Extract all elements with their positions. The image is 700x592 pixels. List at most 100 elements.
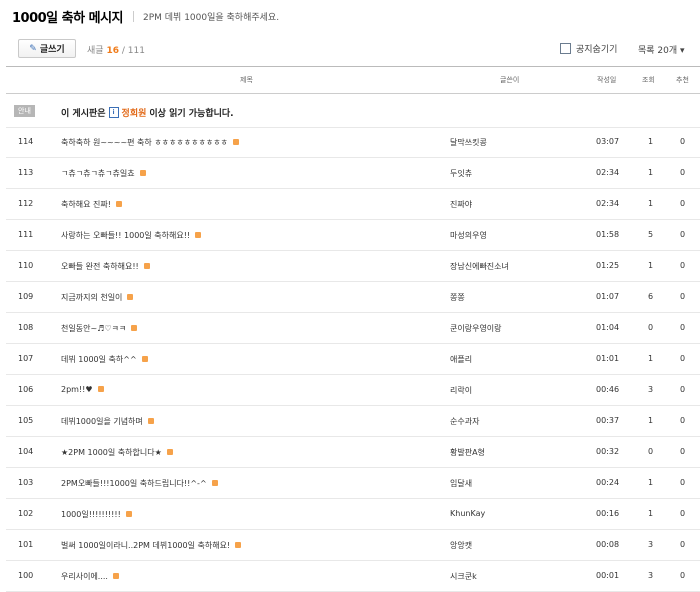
new-post-icon: [97, 385, 104, 392]
post-date: 00:24: [596, 478, 620, 487]
post-row[interactable]: 110 오빠들 완전 축하해요!! 장남신에빠진소녀 01:25 1 0: [6, 251, 700, 282]
post-title[interactable]: 벌써 1000일이라니..2PM 데뷔1000일 축하해요!: [61, 540, 242, 551]
notice-tag: 안내: [14, 105, 35, 117]
post-title-text[interactable]: 벌써 1000일이라니..2PM 데뷔1000일 축하해요!: [61, 541, 230, 550]
post-row[interactable]: 101 벌써 1000일이라니..2PM 데뷔1000일 축하해요! 앙앙캣 00:0…: [6, 530, 700, 561]
post-title[interactable]: 1000일!!!!!!!!!!: [61, 509, 132, 520]
post-title[interactable]: ㄱ츄ㄱ츄ㄱ츄ㄱ츄일쵸: [61, 168, 146, 179]
new-post-icon: [232, 138, 239, 145]
column-likes[interactable]: 추천: [676, 75, 689, 85]
post-title-text[interactable]: ㄱ츄ㄱ츄ㄱ츄ㄱ츄일쵸: [61, 169, 135, 178]
post-title-text[interactable]: 지금까지의 천일이: [61, 293, 122, 302]
post-title[interactable]: 데뷔1000일을 기념하며: [61, 416, 154, 427]
new-posts-count[interactable]: 16: [106, 46, 119, 56]
post-date: 00:46: [596, 385, 620, 394]
post-title[interactable]: 지금까지의 천일이: [61, 292, 134, 303]
post-views: 0: [648, 323, 654, 332]
post-title[interactable]: 우리사이에....: [61, 571, 119, 582]
post-title[interactable]: 사랑하는 오빠들!! 1000일 축하해요!!: [61, 230, 202, 241]
post-likes: 0: [680, 385, 686, 394]
post-author[interactable]: 진짜야: [450, 199, 472, 210]
post-title-text[interactable]: 2PM오빠들!!!1000일 축하드립니다!!^-^: [61, 479, 207, 488]
post-title[interactable]: 축하축하 원~~~~편 축하 ㅎㅎㅎㅎㅎㅎㅎㅎㅎㅎ: [61, 137, 239, 148]
post-row[interactable]: 104 ★2PM 1000일 축하합니다★ 황발판A형 00:32 0 0: [6, 437, 700, 468]
post-row[interactable]: 112 축하해요 진짜! 진짜야 02:34 1 0: [6, 189, 700, 220]
post-row[interactable]: 106 2pm!!♥ 리락이 00:46 3 0: [6, 375, 700, 406]
post-title[interactable]: 2pm!!♥: [61, 385, 104, 394]
post-row[interactable]: 109 지금까지의 천일이 쫑쫑 01:07 6 0: [6, 282, 700, 313]
post-title-text[interactable]: 1000일!!!!!!!!!!: [61, 510, 121, 519]
post-list: 114 축하축하 원~~~~편 축하 ㅎㅎㅎㅎㅎㅎㅎㅎㅎㅎ 달막쓰킷콩 03:07 1 0…: [6, 127, 700, 592]
new-posts-label: 새글: [87, 46, 104, 56]
post-row[interactable]: 100 우리사이에.... 시크쿤k 00:01 3 0: [6, 561, 700, 592]
post-author[interactable]: 달막쓰킷콩: [450, 137, 487, 148]
post-author[interactable]: 쫑쫑: [450, 292, 465, 303]
post-title-text[interactable]: 축하축하 원~~~~편 축하 ㅎㅎㅎㅎㅎㅎㅎㅎㅎㅎ: [61, 138, 228, 147]
post-date: 01:01: [596, 354, 620, 363]
post-number: 103: [18, 478, 34, 487]
post-author[interactable]: 시크쿤k: [450, 571, 477, 582]
post-row[interactable]: 107 데뷔 1000일 축하^^ 애플리 01:01 1 0: [6, 344, 700, 375]
board-description: 2PM 데뷔 1000일을 축하해주세요.: [143, 12, 280, 23]
post-number: 100: [18, 571, 34, 580]
column-views[interactable]: 조회: [642, 75, 655, 85]
post-author[interactable]: 장남신에빠진소녀: [450, 261, 509, 272]
post-likes: 0: [680, 509, 686, 518]
hide-notice-toggle[interactable]: 공지숨기기: [560, 42, 617, 55]
list-size-select[interactable]: 목록 20개 ▾: [638, 43, 685, 56]
post-author[interactable]: 마성의우영: [450, 230, 487, 241]
new-post-icon: [127, 293, 134, 300]
post-title-text[interactable]: 천일동안~♬♡ㅋㅋ: [61, 324, 126, 333]
post-row[interactable]: 108 천일동안~♬♡ㅋㅋ 쿤이랑우영이랑 01:04 0 0: [6, 313, 700, 344]
post-author[interactable]: 쿤이랑우영이랑: [450, 323, 502, 334]
post-author[interactable]: 리락이: [450, 385, 472, 396]
post-views: 5: [648, 230, 654, 239]
new-post-icon: [166, 448, 173, 455]
pencil-icon: ✎: [29, 43, 37, 54]
post-row[interactable]: 102 1000일!!!!!!!!!! KhunKay 00:16 1 0: [6, 499, 700, 530]
post-title-text[interactable]: 데뷔 1000일 축하^^: [61, 355, 137, 364]
post-title-text[interactable]: ★2PM 1000일 축하합니다★: [61, 448, 162, 457]
post-title-text[interactable]: 우리사이에....: [61, 572, 108, 581]
post-author[interactable]: KhunKay: [450, 509, 485, 518]
new-post-icon: [112, 572, 119, 579]
post-author[interactable]: 임달새: [450, 478, 472, 489]
post-row[interactable]: 103 2PM오빠들!!!1000일 축하드립니다!!^-^ 임달새 00:24 1 0: [6, 468, 700, 499]
notice-text: 이 게시판은 i 정회원 이상 읽기 가능합니다.: [61, 106, 234, 119]
post-author[interactable]: 황발판A형: [450, 447, 485, 458]
post-likes: 0: [680, 478, 686, 487]
post-title[interactable]: 천일동안~♬♡ㅋㅋ: [61, 323, 138, 334]
post-author[interactable]: 앙앙캣: [450, 540, 472, 551]
post-title-text[interactable]: 사랑하는 오빠들!! 1000일 축하해요!!: [61, 231, 190, 240]
post-title[interactable]: 데뷔 1000일 축하^^: [61, 354, 148, 365]
post-views: 1: [648, 199, 654, 208]
new-post-icon: [125, 510, 132, 517]
post-likes: 0: [680, 292, 686, 301]
post-title[interactable]: 2PM오빠들!!!1000일 축하드립니다!!^-^: [61, 478, 218, 489]
post-number: 110: [18, 261, 34, 270]
post-title-text[interactable]: 축하해요 진짜!: [61, 200, 111, 209]
post-author[interactable]: 애플리: [450, 354, 472, 365]
post-views: 6: [648, 292, 654, 301]
new-post-icon: [143, 262, 150, 269]
post-likes: 0: [680, 540, 686, 549]
post-title[interactable]: 오빠들 완전 축하해요!!: [61, 261, 150, 272]
post-author[interactable]: 순수과자: [450, 416, 479, 427]
write-button[interactable]: ✎ 글쓰기: [18, 39, 76, 58]
post-author[interactable]: 두잇츄: [450, 168, 472, 179]
post-row[interactable]: 111 사랑하는 오빠들!! 1000일 축하해요!! 마성의우영 01:58 5 0: [6, 220, 700, 251]
post-title-text[interactable]: 오빠들 완전 축하해요!!: [61, 262, 139, 271]
post-title-text[interactable]: 2pm!!♥: [61, 385, 93, 394]
post-number: 113: [18, 168, 34, 177]
post-row[interactable]: 114 축하축하 원~~~~편 축하 ㅎㅎㅎㅎㅎㅎㅎㅎㅎㅎ 달막쓰킷콩 03:07 1 0: [6, 127, 700, 158]
post-title-text[interactable]: 데뷔1000일을 기념하며: [61, 417, 143, 426]
member-grade[interactable]: 정회원: [122, 106, 147, 119]
post-views: 0: [648, 447, 654, 456]
post-title[interactable]: 축하해요 진짜!: [61, 199, 122, 210]
post-title[interactable]: ★2PM 1000일 축하합니다★: [61, 447, 173, 458]
post-row[interactable]: 113 ㄱ츄ㄱ츄ㄱ츄ㄱ츄일쵸 두잇츄 02:34 1 0: [6, 158, 700, 189]
post-row[interactable]: 105 데뷔1000일을 기념하며 순수과자 00:37 1 0: [6, 406, 700, 437]
post-likes: 0: [680, 230, 686, 239]
hide-notice-checkbox[interactable]: [560, 43, 571, 54]
post-date: 00:08: [596, 540, 620, 549]
